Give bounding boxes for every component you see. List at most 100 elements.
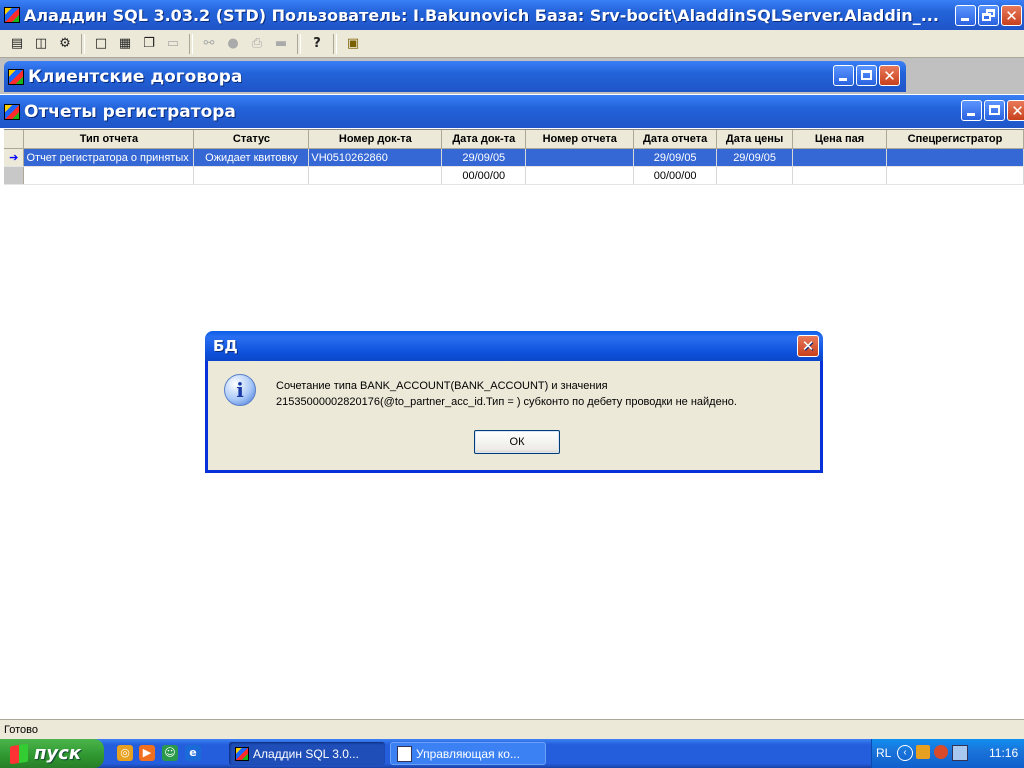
tray-network-icon[interactable]	[952, 745, 968, 761]
table-cell[interactable]	[308, 166, 443, 185]
binoculars-icon[interactable]: ⚯	[198, 33, 220, 55]
table-cell[interactable]	[525, 148, 635, 167]
table-cell[interactable]: 29/09/05	[441, 148, 527, 167]
info-icon: i	[224, 374, 256, 406]
dialog-titlebar[interactable]: БД ✕	[205, 331, 823, 361]
minimize-icon	[839, 78, 847, 81]
close-icon: ✕	[883, 66, 896, 85]
maximize-icon	[989, 105, 1000, 115]
table-cell[interactable]: Ожидает квитовку	[193, 148, 310, 167]
app-title: Аладдин SQL 3.03.2 (STD) Пользователь: I…	[24, 5, 939, 25]
table-cell[interactable]	[792, 148, 887, 167]
column-header[interactable]: Дата отчета	[633, 130, 718, 149]
contracts-minimize-button[interactable]	[833, 65, 854, 86]
status-bar: Готово	[0, 719, 1024, 739]
reports-window-icon	[4, 103, 20, 120]
tray-security-icon[interactable]	[934, 745, 948, 759]
table-cell[interactable]: Отчет регистратора о принятых	[23, 148, 195, 167]
table-cell[interactable]	[886, 148, 1024, 167]
toolbar-separator	[297, 33, 301, 54]
report-icon[interactable]: ▤	[6, 33, 28, 55]
app-minimize-button[interactable]	[955, 5, 976, 26]
table-cell[interactable]: VH0510262860	[308, 148, 443, 167]
table-cell[interactable]	[525, 166, 635, 185]
table-cell[interactable]: 00/00/00	[633, 166, 718, 185]
tile-icon[interactable]: ▦	[114, 33, 136, 55]
table-cell[interactable]	[886, 166, 1024, 185]
filter-icon[interactable]: ⚙	[54, 33, 76, 55]
toolbar-separator	[81, 33, 85, 54]
quicklaunch-ie-icon[interactable]: e	[185, 745, 201, 761]
column-header[interactable]: Цена пая	[792, 130, 887, 149]
table-header-row: Тип отчета Статус Номер док-та Дата док-…	[4, 130, 1024, 149]
cascade-icon[interactable]: ❐	[138, 33, 160, 55]
start-label: пуск	[34, 743, 82, 764]
column-header[interactable]: Дата цены	[716, 130, 794, 149]
dialog-close-button[interactable]: ✕	[797, 335, 819, 357]
table-cell[interactable]: 29/09/05	[716, 148, 794, 167]
contracts-window-icon	[8, 68, 24, 85]
clock[interactable]: 11:16	[989, 746, 1018, 760]
export-icon[interactable]: ▬	[270, 33, 292, 55]
row-indicator	[4, 166, 25, 185]
quicklaunch-media-icon[interactable]: ▶	[139, 745, 155, 761]
toolbar-separator	[189, 33, 193, 54]
window-icon[interactable]: □	[90, 33, 112, 55]
document-task-icon	[397, 745, 412, 762]
start-button[interactable]: пуск	[0, 739, 104, 768]
close-icon: ✕	[1011, 101, 1024, 120]
column-header[interactable]: Статус	[193, 130, 310, 149]
quicklaunch-messenger-icon[interactable]: ☺	[162, 745, 178, 761]
table-cell[interactable]: 00/00/00	[441, 166, 527, 185]
windows-logo-icon	[10, 743, 28, 764]
dialog-message: Сочетание типа BANK_ACCOUNT(BANK_ACCOUNT…	[276, 378, 816, 410]
taskbar: пуск ◎ ▶ ☺ e Аладдин SQL 3.0... Управляю…	[0, 739, 1024, 768]
aladdin-task-icon	[235, 746, 249, 761]
tray-expand-icon[interactable]: ‹	[897, 745, 913, 761]
module-icon[interactable]: ▣	[342, 33, 364, 55]
reports-minimize-button[interactable]	[961, 100, 982, 121]
error-dialog: БД ✕ i Сочетание типа BANK_ACCOUNT(BANK_…	[205, 331, 823, 473]
table-row[interactable]: ➔ Отчет регистратора о принятых Ожидает …	[4, 148, 1024, 167]
ok-button[interactable]: ОК	[474, 430, 560, 454]
contracts-window-titlebar[interactable]: Клиентские договора ✕	[4, 61, 906, 92]
reports-maximize-button[interactable]	[984, 100, 1005, 121]
table-cell[interactable]: 29/09/05	[633, 148, 718, 167]
open-db-icon[interactable]: ◫	[30, 33, 52, 55]
column-header[interactable]: Номер отчета	[525, 130, 635, 149]
column-header[interactable]: Номер док-та	[308, 130, 443, 149]
quicklaunch-outlook-icon[interactable]: ◎	[117, 745, 133, 761]
contracts-window-buttons: ✕	[833, 65, 900, 86]
close-icon: ✕	[801, 337, 815, 355]
column-header[interactable]: Дата док-та	[441, 130, 527, 149]
print-icon[interactable]: ⎙	[246, 33, 268, 55]
refresh-icon[interactable]: ●	[222, 33, 244, 55]
task-management[interactable]: Управляющая ко...	[390, 742, 546, 765]
minimize-icon	[961, 18, 969, 21]
app-restore-button[interactable]	[978, 5, 999, 26]
contracts-close-button[interactable]: ✕	[879, 65, 900, 86]
reports-table: Тип отчета Статус Номер док-та Дата док-…	[4, 130, 1024, 185]
contracts-maximize-button[interactable]	[856, 65, 877, 86]
tray-app-icon[interactable]	[916, 745, 930, 759]
language-indicator[interactable]: RL	[876, 746, 891, 760]
table-cell[interactable]	[792, 166, 887, 185]
table-row[interactable]: 00/00/00 00/00/00	[4, 166, 1024, 185]
minimize-icon	[967, 113, 975, 116]
task-aladdin[interactable]: Аладдин SQL 3.0...	[229, 742, 385, 765]
system-tray: RL ‹ 11:16	[871, 739, 1024, 768]
table-cell[interactable]	[193, 166, 310, 185]
reports-close-button[interactable]: ✕	[1007, 100, 1024, 121]
table-cell[interactable]	[23, 166, 195, 185]
app-titlebar[interactable]: Аладдин SQL 3.03.2 (STD) Пользователь: I…	[0, 0, 1024, 30]
help-icon[interactable]: ?	[306, 33, 328, 55]
close-icon: ✕	[1005, 6, 1018, 25]
reports-window-titlebar[interactable]: Отчеты регистратора ✕	[0, 95, 1024, 128]
column-header[interactable]: Тип отчета	[23, 130, 195, 149]
app-close-button[interactable]: ✕	[1001, 5, 1022, 26]
table-cell[interactable]	[716, 166, 794, 185]
blank-window-icon[interactable]: ▭	[162, 33, 184, 55]
status-text: Готово	[4, 724, 38, 736]
column-header[interactable]: Спецрегистратор	[886, 130, 1024, 149]
dialog-title: БД	[213, 337, 238, 355]
